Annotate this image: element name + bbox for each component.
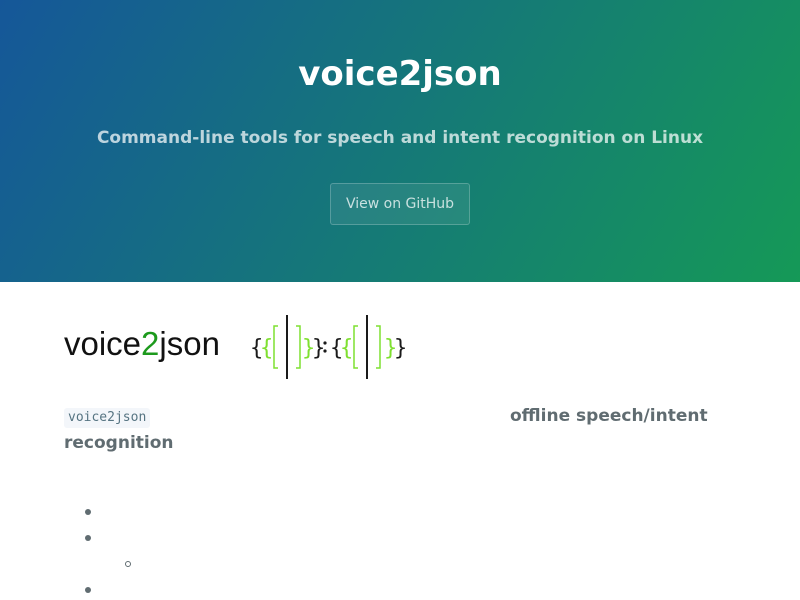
logo-text-suffix: json [159, 325, 220, 362]
nested-list-item-bullet [125, 561, 131, 567]
logo-text-prefix: voice [64, 325, 142, 362]
intro-highlight-left: recognition [64, 433, 174, 453]
intro-highlight-right: offline speech/intent [510, 406, 708, 426]
svg-text:{: { [340, 336, 353, 361]
intro-code: voice2json [64, 408, 151, 428]
voice2json-logo: voice2json { } { } { } { } [64, 312, 409, 382]
project-tagline: Command-line tools for speech and intent… [96, 128, 704, 148]
svg-text:{: { [260, 336, 273, 361]
main-content: voice2json { } { } { } { } voice2json of… [0, 282, 800, 600]
page-header: voice2json Command-line tools for speech… [0, 0, 800, 282]
list-item-bullet [85, 535, 91, 541]
braces-waveform-icon: { } { } { } { } [250, 315, 407, 379]
project-name: voice2json [298, 54, 502, 94]
logo-wordmark: voice2json [64, 324, 220, 364]
logo-text-accent: 2 [141, 325, 160, 362]
list-item-bullet [85, 509, 91, 515]
view-on-github-button[interactable]: View on GitHub [329, 183, 471, 225]
list-item-bullet [85, 587, 91, 593]
svg-text:}: } [302, 336, 315, 361]
svg-text:}: } [384, 336, 397, 361]
